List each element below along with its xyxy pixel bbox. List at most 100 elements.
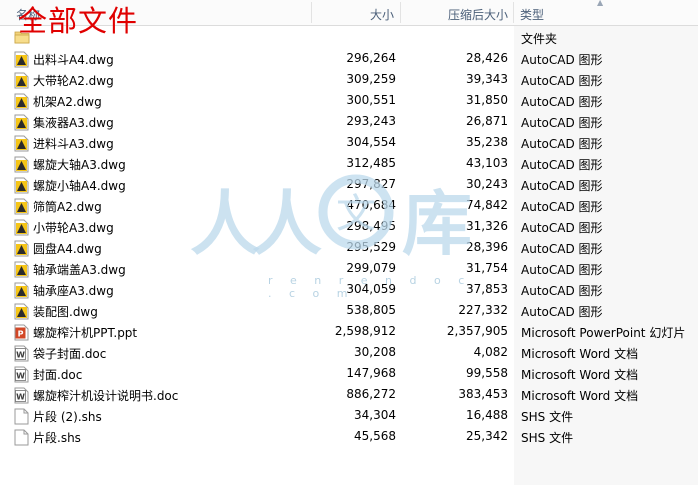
column-header-size[interactable]: 大小 [370,6,394,23]
autocad-file-icon [14,156,29,173]
file-compressed-size: 28,426 [466,51,508,65]
overlay-title: 全部文件 [18,4,139,38]
svg-text:W: W [16,351,25,360]
file-row[interactable]: 集液器A3.dwg 293,243 26,871 AutoCAD 图形 [0,111,698,132]
sort-indicator-icon: ▲ [597,0,604,7]
file-type: 文件夹 [521,32,558,46]
file-type: SHS 文件 [521,431,574,445]
file-size: 34,304 [354,408,396,422]
file-name: 轴承端盖A3.dwg [33,263,126,277]
autocad-file-icon [14,240,29,257]
powerpoint-file-icon: P [14,324,29,341]
file-row[interactable]: W 袋子封面.doc 30,208 4,082 Microsoft Word 文档 [0,342,698,363]
file-name: 螺旋榨汁机PPT.ppt [33,326,138,340]
file-compressed-size: 4,082 [473,345,508,359]
autocad-file-icon [14,51,29,68]
autocad-file-icon [14,198,29,215]
file-size: 886,272 [346,387,396,401]
file-name: 螺旋榨汁机设计说明书.doc [33,389,179,403]
file-name: 机架A2.dwg [33,95,102,109]
file-name: 封面.doc [33,368,83,382]
file-row[interactable]: 装配图.dwg 538,805 227,332 AutoCAD 图形 [0,300,698,321]
file-name: 螺旋小轴A4.dwg [33,179,126,193]
file-type: AutoCAD 图形 [521,53,603,67]
file-compressed-size: 25,342 [466,429,508,443]
word-file-icon: W [14,366,29,383]
file-row[interactable]: 大带轮A2.dwg 309,259 39,343 AutoCAD 图形 [0,69,698,90]
autocad-file-icon [14,303,29,320]
file-type: AutoCAD 图形 [521,284,603,298]
word-file-icon: W [14,345,29,362]
file-size: 304,554 [346,135,396,149]
file-type: AutoCAD 图形 [521,200,603,214]
file-type: Microsoft Word 文档 [521,368,639,382]
file-row[interactable]: 片段.shs 45,568 25,342 SHS 文件 [0,426,698,447]
file-compressed-size: 31,850 [466,93,508,107]
file-compressed-size: 16,488 [466,408,508,422]
file-name: 轴承座A3.dwg [33,284,114,298]
file-compressed-size: 227,332 [458,303,508,317]
file-compressed-size: 35,238 [466,135,508,149]
file-compressed-size: 39,343 [466,72,508,86]
watermark-char: 人 [252,182,322,265]
file-type: AutoCAD 图形 [521,221,603,235]
svg-text:W: W [16,372,25,381]
column-divider[interactable] [513,2,514,23]
file-type: SHS 文件 [521,410,574,424]
file-size: 300,551 [346,93,396,107]
autocad-file-icon [14,135,29,152]
column-divider[interactable] [400,2,401,23]
file-name: 袋子封面.doc [33,347,107,361]
file-row[interactable]: 机架A2.dwg 300,551 31,850 AutoCAD 图形 [0,90,698,111]
file-type: AutoCAD 图形 [521,116,603,130]
file-type: AutoCAD 图形 [521,179,603,193]
autocad-file-icon [14,72,29,89]
file-type: AutoCAD 图形 [521,95,603,109]
file-name: 大带轮A2.dwg [33,74,114,88]
file-row[interactable]: W 封面.doc 147,968 99,558 Microsoft Word 文档 [0,363,698,384]
file-type: Microsoft PowerPoint 幻灯片 [521,326,686,340]
watermark-url: r e n r e n d o c . c o m [268,274,472,300]
watermark-circle-icon: 文 [318,174,394,250]
file-type: AutoCAD 图形 [521,305,603,319]
file-row[interactable]: P 螺旋榨汁机PPT.ppt 2,598,912 2,357,905 Microsoft… [0,321,698,342]
file-type: Microsoft Word 文档 [521,389,639,403]
file-compressed-size: 383,453 [458,387,508,401]
file-name: 进料斗A3.dwg [33,137,114,151]
file-row[interactable]: W 螺旋榨汁机设计说明书.doc 886,272 383,453 Microsoft W… [0,384,698,405]
file-row[interactable]: 出料斗A4.dwg 296,264 28,426 AutoCAD 图形 [0,48,698,69]
svg-text:W: W [16,393,25,402]
autocad-file-icon [14,177,29,194]
autocad-file-icon [14,114,29,131]
file-size: 309,259 [346,72,396,86]
file-name: 出料斗A4.dwg [33,53,114,67]
file-type: AutoCAD 图形 [521,74,603,88]
autocad-file-icon [14,93,29,110]
svg-text:P: P [18,330,24,339]
file-name: 圆盘A4.dwg [33,242,102,256]
file-type: AutoCAD 图形 [521,158,603,172]
file-size: 45,568 [354,429,396,443]
file-size: 2,598,912 [334,324,396,338]
column-header-compressed-size[interactable]: 压缩后大小 [448,6,508,23]
column-divider[interactable] [311,2,312,23]
file-size: 30,208 [354,345,396,359]
file-compressed-size: 2,357,905 [446,324,508,338]
file-name: 集液器A3.dwg [33,116,114,130]
file-row[interactable]: 进料斗A3.dwg 304,554 35,238 AutoCAD 图形 [0,132,698,153]
file-row[interactable]: 片段 (2).shs 34,304 16,488 SHS 文件 [0,405,698,426]
watermark-char: 人 [190,182,260,265]
file-type: AutoCAD 图形 [521,242,603,256]
file-size: 147,968 [346,366,396,380]
file-type: AutoCAD 图形 [521,263,603,277]
file-size: 296,264 [346,51,396,65]
word-file-icon: W [14,387,29,404]
file-compressed-size: 26,871 [466,114,508,128]
file-name: 装配图.dwg [33,305,98,319]
shs-file-icon [14,408,29,425]
file-compressed-size: 99,558 [466,366,508,380]
file-size: 293,243 [346,114,396,128]
column-header-type[interactable]: 类型 [520,6,544,23]
file-type: AutoCAD 图形 [521,137,603,151]
file-name: 螺旋大轴A3.dwg [33,158,126,172]
